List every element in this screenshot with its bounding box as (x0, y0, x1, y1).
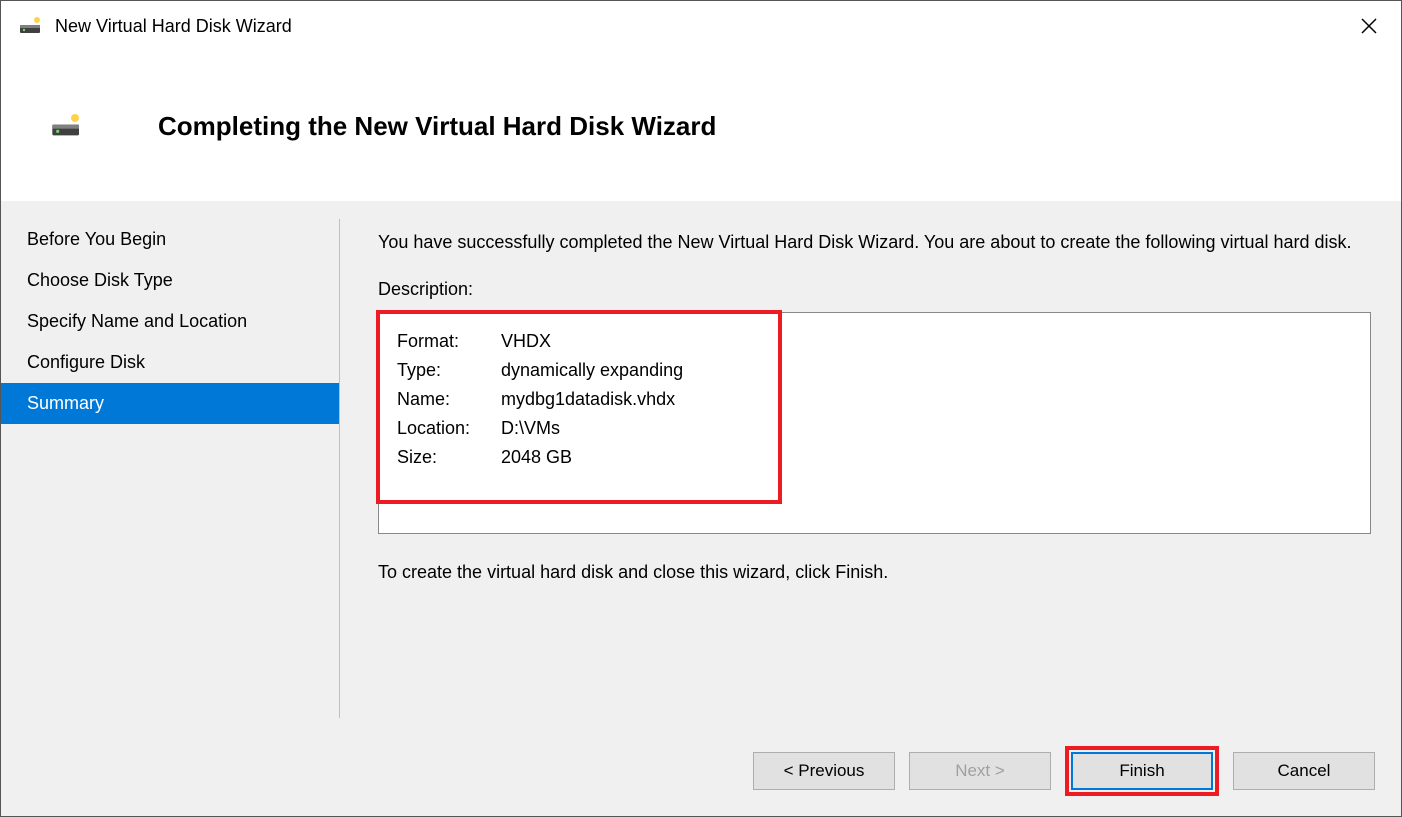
summary-size-label: Size: (397, 443, 501, 472)
previous-button[interactable]: < Previous (753, 752, 895, 790)
summary-name-value: mydbg1datadisk.vhdx (501, 385, 683, 414)
wizard-body: Before You Begin Choose Disk Type Specif… (1, 201, 1401, 726)
close-button[interactable] (1349, 6, 1389, 46)
disk-wizard-icon (19, 14, 43, 38)
summary-format-label: Format: (397, 327, 501, 356)
cancel-button[interactable]: Cancel (1233, 752, 1375, 790)
summary-type-label: Type: (397, 356, 501, 385)
window-title: New Virtual Hard Disk Wizard (55, 16, 1349, 37)
summary-type-value: dynamically expanding (501, 356, 683, 385)
disk-wizard-header-icon (51, 110, 83, 142)
summary-table: Format: VHDX Type: dynamically expanding… (397, 327, 683, 472)
annotation-highlight-finish: Finish (1065, 746, 1219, 796)
page-title: Completing the New Virtual Hard Disk Wiz… (158, 111, 716, 142)
intro-text: You have successfully completed the New … (378, 229, 1371, 255)
table-row: Name: mydbg1datadisk.vhdx (397, 385, 683, 414)
summary-location-label: Location: (397, 414, 501, 443)
sidebar-item-specify-name-location[interactable]: Specify Name and Location (1, 301, 339, 342)
description-box: Format: VHDX Type: dynamically expanding… (378, 312, 1371, 534)
sidebar-item-summary[interactable]: Summary (1, 383, 339, 424)
sidebar-item-before-you-begin[interactable]: Before You Begin (1, 219, 339, 260)
wizard-content: You have successfully completed the New … (340, 201, 1401, 726)
wizard-footer: < Previous Next > Finish Cancel (1, 726, 1401, 816)
finish-button[interactable]: Finish (1071, 752, 1213, 790)
table-row: Location: D:\VMs (397, 414, 683, 443)
summary-name-label: Name: (397, 385, 501, 414)
table-row: Format: VHDX (397, 327, 683, 356)
next-button: Next > (909, 752, 1051, 790)
wizard-steps-sidebar: Before You Begin Choose Disk Type Specif… (1, 201, 339, 726)
sidebar-item-choose-disk-type[interactable]: Choose Disk Type (1, 260, 339, 301)
summary-size-value: 2048 GB (501, 443, 683, 472)
table-row: Size: 2048 GB (397, 443, 683, 472)
summary-format-value: VHDX (501, 327, 683, 356)
outro-text: To create the virtual hard disk and clos… (378, 562, 1371, 583)
wizard-header: Completing the New Virtual Hard Disk Wiz… (1, 51, 1401, 201)
description-label: Description: (378, 279, 1371, 300)
close-icon (1361, 18, 1377, 34)
titlebar: New Virtual Hard Disk Wizard (1, 1, 1401, 51)
table-row: Type: dynamically expanding (397, 356, 683, 385)
summary-location-value: D:\VMs (501, 414, 683, 443)
sidebar-item-configure-disk[interactable]: Configure Disk (1, 342, 339, 383)
